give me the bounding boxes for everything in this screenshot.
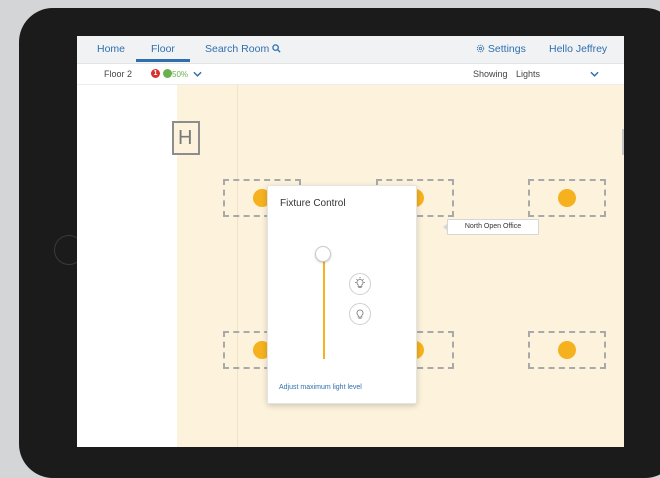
gear-icon: [476, 44, 485, 53]
popup-title: Fixture Control: [280, 198, 346, 209]
nav-settings-link[interactable]: Settings: [476, 43, 526, 55]
light-on-button[interactable]: [349, 273, 371, 295]
brightness-slider-handle[interactable]: [315, 246, 331, 262]
user-greeting-link[interactable]: Hello Jeffrey: [549, 43, 607, 55]
chevron-down-icon[interactable]: [193, 71, 202, 78]
floor-selector-label[interactable]: Floor 2: [104, 69, 132, 79]
layer-select-value[interactable]: Lights: [516, 69, 540, 79]
lightbulb-icon: [558, 341, 576, 359]
light-fixture[interactable]: [528, 331, 606, 369]
energy-percent: 50%: [172, 70, 189, 79]
room-tooltip: North Open Office: [443, 219, 539, 235]
light-on-icon: [355, 277, 365, 289]
room-tooltip-label: North Open Office: [464, 223, 522, 230]
showing-label: Showing: [473, 69, 508, 79]
app-screen: Home Floor Search Room Settings Hello Je…: [77, 36, 624, 447]
light-off-button[interactable]: [349, 303, 371, 325]
brightness-slider-track[interactable]: [323, 254, 325, 359]
fixture-control-popup: Fixture Control Adjust maximum light lev…: [267, 185, 417, 404]
floorplan-scrollbar[interactable]: [622, 129, 624, 155]
layer-chevron-down-icon[interactable]: [590, 71, 599, 78]
adjust-max-light-link[interactable]: Adjust maximum light level: [279, 384, 362, 391]
search-icon: [272, 44, 281, 53]
alert-count-badge[interactable]: 1: [151, 69, 160, 78]
light-off-icon: [356, 309, 364, 319]
nav-active-indicator: [136, 59, 190, 62]
nav-search-room-link[interactable]: Search Room: [205, 43, 281, 55]
nav-settings-label: Settings: [487, 43, 526, 55]
light-fixture[interactable]: [528, 179, 606, 217]
floorplan-wall: [237, 85, 238, 447]
nav-home-link[interactable]: Home: [97, 43, 125, 55]
floor-subbar: Floor 2 1 50% Showing Lights: [77, 64, 624, 85]
energy-icon: [163, 69, 172, 78]
room-h-letter: H: [178, 127, 193, 149]
nav-floor-link[interactable]: Floor: [151, 43, 175, 55]
tooltip-arrow: [443, 223, 448, 231]
lightbulb-icon: [558, 189, 576, 207]
room-h-marker: H: [172, 121, 200, 155]
top-nav: Home Floor Search Room Settings Hello Je…: [77, 36, 624, 64]
nav-search-room-label: Search Room: [205, 43, 270, 55]
